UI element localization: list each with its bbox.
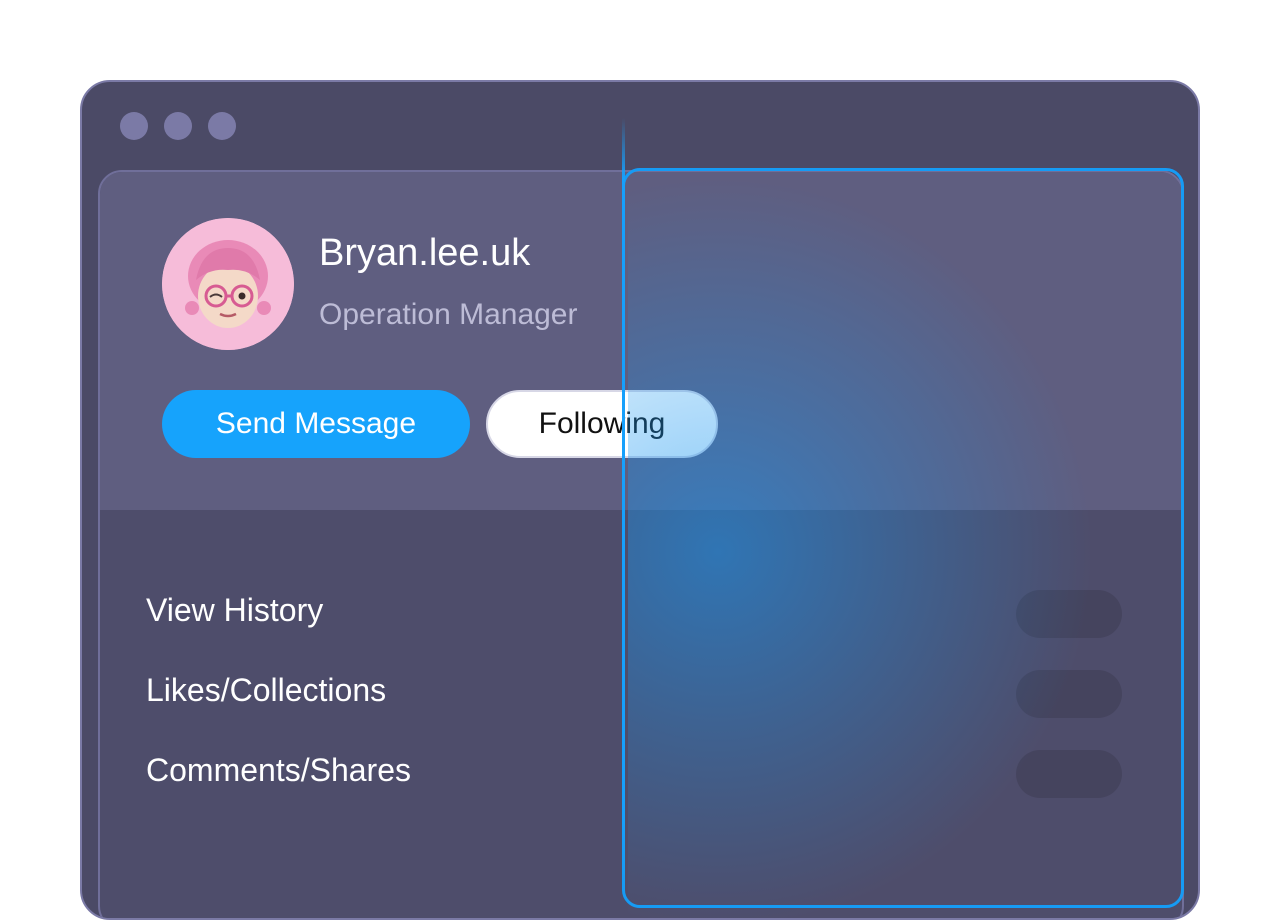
app-window: Bryan.lee.uk Operation Manager Send Mess… xyxy=(80,80,1200,920)
profile-panel: Bryan.lee.uk Operation Manager Send Mess… xyxy=(98,170,1184,918)
window-close-dot[interactable] xyxy=(120,112,148,140)
menu-item-comments-shares[interactable]: Comments/Shares xyxy=(146,752,411,789)
profile-name: Bryan.lee.uk xyxy=(319,232,531,274)
profile-role: Operation Manager xyxy=(319,298,578,331)
window-minimize-dot[interactable] xyxy=(164,112,192,140)
menu-item-likes-collections[interactable]: Likes/Collections xyxy=(146,672,386,709)
view-history-toggle[interactable] xyxy=(1016,590,1122,638)
menu-item-view-history[interactable]: View History xyxy=(146,592,323,629)
comments-shares-toggle[interactable] xyxy=(1016,750,1122,798)
window-maximize-dot[interactable] xyxy=(208,112,236,140)
likes-collections-toggle[interactable] xyxy=(1016,670,1122,718)
memoji-avatar-icon xyxy=(162,218,294,350)
send-message-button[interactable]: Send Message xyxy=(162,390,470,458)
following-button[interactable]: Following xyxy=(486,390,718,458)
profile-header: Bryan.lee.uk Operation Manager Send Mess… xyxy=(100,172,1182,510)
avatar[interactable] xyxy=(162,218,294,350)
